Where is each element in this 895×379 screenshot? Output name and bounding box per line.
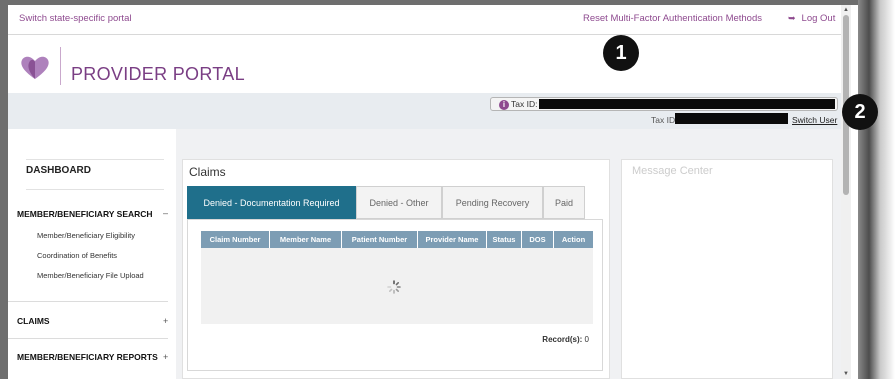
records-value: 0 (584, 335, 589, 344)
info-icon: i (499, 99, 509, 110)
portal-title: PROVIDER PORTAL (71, 64, 245, 84)
window-shadow (858, 0, 895, 379)
sidebar-divider (8, 301, 168, 302)
logout-link[interactable]: ➥ Log Out (788, 13, 835, 24)
sidebar-subitem-eligibility[interactable]: Member/Beneficiary Eligibility (37, 231, 135, 240)
claims-title: Claims (189, 165, 226, 179)
tax-id-bar: i Tax ID: Tax ID: Switch User (8, 93, 846, 129)
redacted-tax-id-secondary (675, 113, 788, 124)
redacted-tax-id (539, 99, 835, 109)
scroll-up-arrow-icon[interactable]: ▲ (843, 7, 849, 13)
claims-tab-panel: Claim Number Member Name Patient Number … (187, 219, 603, 371)
sidebar-item-label: DASHBOARD (26, 165, 91, 176)
logout-icon: ➥ (788, 13, 796, 23)
records-label: Record(s): (542, 335, 583, 344)
sidebar-subitem-coordination[interactable]: Coordination of Benefits (37, 251, 117, 260)
tax-id-selector[interactable]: i Tax ID: (490, 97, 838, 111)
sidebar-subitem-file-upload[interactable]: Member/Beneficiary File Upload (37, 271, 144, 280)
col-claim-number[interactable]: Claim Number (201, 231, 270, 248)
switch-user-link[interactable]: Switch User (792, 115, 837, 125)
top-nav-bar: Switch state-specific portal Reset Multi… (8, 5, 846, 35)
browser-window: Switch state-specific portal Reset Multi… (8, 5, 858, 379)
vertical-scrollbar[interactable]: ▲ ▼ (841, 5, 851, 379)
sidebar: DASHBOARD MEMBER/BENEFICIARY SEARCH – Me… (8, 129, 176, 379)
sidebar-item-dashboard[interactable]: DASHBOARD (26, 159, 164, 190)
tax-id-label: Tax ID: (511, 99, 538, 109)
claims-table-body (201, 248, 593, 324)
claims-card: Claims Denied - Documentation Required D… (182, 159, 610, 379)
portal-header: PROVIDER PORTAL (8, 35, 846, 93)
claims-table-header: Claim Number Member Name Patient Number … (201, 231, 593, 248)
loading-spinner-icon (387, 280, 401, 294)
expand-toggle[interactable]: + (163, 352, 168, 362)
message-center-title: Message Center (632, 165, 713, 177)
reset-mfa-link[interactable]: Reset Multi-Factor Authentication Method… (583, 13, 762, 24)
col-patient-number[interactable]: Patient Number (342, 231, 418, 248)
sidebar-divider (8, 338, 168, 339)
sidebar-item-claims[interactable]: CLAIMS (17, 316, 50, 326)
tax-id-label-secondary: Tax ID: (651, 115, 678, 125)
col-action[interactable]: Action (554, 231, 593, 248)
callout-marker-1: 1 (603, 35, 639, 71)
records-count: Record(s): 0 (542, 335, 589, 344)
logo-divider (60, 47, 61, 85)
sidebar-item-member-search[interactable]: MEMBER/BENEFICIARY SEARCH (17, 209, 153, 219)
tab-denied-other[interactable]: Denied - Other (356, 186, 442, 219)
tab-denied-documentation[interactable]: Denied - Documentation Required (187, 186, 356, 219)
col-member-name[interactable]: Member Name (270, 231, 342, 248)
scroll-down-arrow-icon[interactable]: ▼ (843, 371, 849, 377)
sidebar-item-reports[interactable]: MEMBER/BENEFICIARY REPORTS (17, 352, 158, 362)
main-content: DASHBOARD MEMBER/BENEFICIARY SEARCH – Me… (8, 129, 846, 379)
message-center-card: Message Center (621, 159, 833, 379)
callout-marker-2: 2 (842, 94, 878, 130)
expand-toggle[interactable]: + (163, 316, 168, 326)
heart-logo-icon (21, 56, 49, 79)
logout-label: Log Out (801, 13, 836, 24)
tab-pending-recovery[interactable]: Pending Recovery (442, 186, 543, 219)
col-provider-name[interactable]: Provider Name (418, 231, 487, 248)
collapse-toggle[interactable]: – (163, 208, 168, 218)
tab-paid[interactable]: Paid (543, 186, 585, 219)
col-status[interactable]: Status (487, 231, 522, 248)
switch-portal-link[interactable]: Switch state-specific portal (19, 13, 131, 24)
col-dos[interactable]: DOS (522, 231, 554, 248)
